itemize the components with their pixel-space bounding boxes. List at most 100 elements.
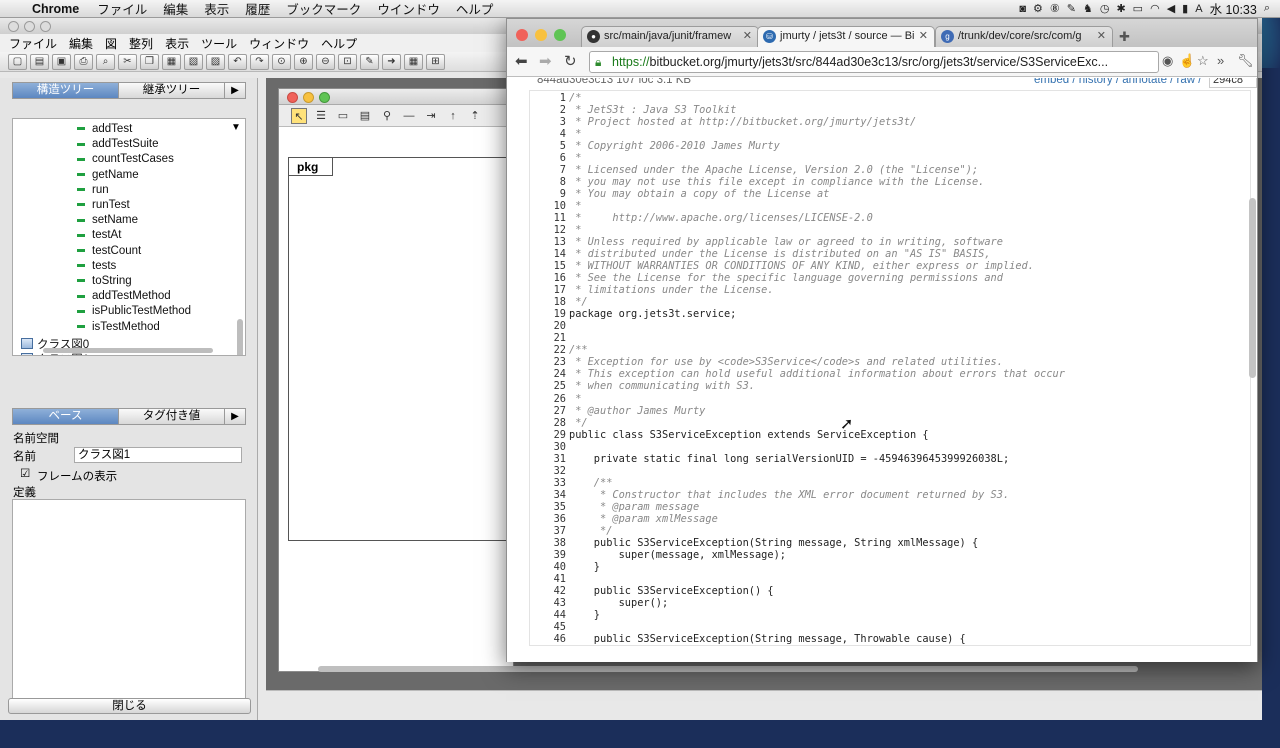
zoom-icon[interactable]: ⊙ bbox=[272, 53, 291, 70]
tree-method-item[interactable]: isTestMethod bbox=[77, 321, 160, 333]
open-file-icon[interactable]: ▤ bbox=[30, 53, 49, 70]
tree-method-item[interactable]: countTestCases bbox=[77, 153, 174, 165]
app-menu-chrome[interactable]: Chrome bbox=[26, 2, 89, 16]
tab-more-icon[interactable]: ▶ bbox=[225, 83, 245, 98]
wrench-menu-icon[interactable]: 🔧︎ bbox=[1237, 53, 1254, 69]
layout-icon[interactable]: ⊞ bbox=[426, 53, 445, 70]
tree-method-item[interactable]: run bbox=[77, 184, 109, 196]
display-icon[interactable]: ▭ bbox=[1133, 2, 1143, 15]
astah-close-icon[interactable] bbox=[8, 21, 19, 32]
back-icon[interactable]: ⬅ bbox=[515, 52, 528, 70]
battery-icon[interactable]: ▮ bbox=[1182, 2, 1188, 15]
print-preview-icon[interactable]: ⌕ bbox=[96, 53, 115, 70]
chrome-minimize-icon[interactable] bbox=[535, 29, 547, 41]
print-icon[interactable]: ⎙ bbox=[74, 53, 93, 70]
menu-edit[interactable]: 編集 bbox=[155, 0, 196, 18]
evernote-icon[interactable]: ✎ bbox=[1067, 2, 1076, 15]
menu-file[interactable]: ファイル bbox=[89, 0, 155, 18]
select-tool-icon[interactable]: ↖ bbox=[291, 107, 307, 124]
url-bar[interactable]: 🔒︎ https://bitbucket.org/jmurty/jets3t/s… bbox=[589, 51, 1159, 73]
tab-tagged-values[interactable]: タグ付き値 bbox=[119, 409, 225, 424]
delete-icon[interactable]: ▨ bbox=[206, 53, 225, 70]
close-button[interactable]: 閉じる bbox=[8, 698, 251, 714]
menu-bookmarks[interactable]: ブックマーク bbox=[278, 0, 369, 18]
diagram-zoom-icon[interactable] bbox=[319, 92, 330, 103]
menu-window[interactable]: ウインドウ bbox=[369, 0, 448, 18]
zoom-in-icon[interactable]: ⊕ bbox=[294, 53, 313, 70]
copy-icon[interactable]: ❐ bbox=[140, 53, 159, 70]
astah-menu-window[interactable]: ウィンドウ bbox=[246, 35, 318, 52]
frame-checkbox[interactable]: ☑ bbox=[20, 466, 30, 480]
tree-scrollbar[interactable] bbox=[237, 319, 243, 355]
generalization-tool-icon[interactable]: ↑ bbox=[445, 108, 461, 124]
tab-inheritance-tree[interactable]: 継承ツリー bbox=[119, 83, 225, 98]
package-frame[interactable]: pkg bbox=[288, 157, 518, 541]
tree-method-item[interactable]: tests bbox=[77, 260, 116, 272]
paste-icon[interactable]: ▦ bbox=[162, 53, 181, 70]
tree-method-item[interactable]: runTest bbox=[77, 199, 130, 211]
astah-menu-edit[interactable]: 編集 bbox=[66, 35, 102, 52]
tree-method-item[interactable]: getName bbox=[77, 169, 139, 181]
fit-window-icon[interactable]: ⊡ bbox=[338, 53, 357, 70]
chrome-close-icon[interactable] bbox=[516, 29, 528, 41]
file-actions-links[interactable]: embed / history / annotate / raw / bbox=[1034, 78, 1201, 86]
astah-menu-align[interactable]: 整列 bbox=[126, 35, 162, 52]
bluetooth-icon[interactable]: ✱ bbox=[1116, 2, 1125, 15]
forward-icon[interactable]: ➡ bbox=[539, 52, 552, 70]
volume-icon[interactable]: ◀ bbox=[1167, 2, 1175, 15]
menu-history[interactable]: 履歴 bbox=[237, 0, 278, 18]
tree-method-item[interactable]: addTestSuite bbox=[77, 138, 159, 150]
tab-close-icon[interactable]: ✕ bbox=[743, 27, 752, 46]
wifi-icon[interactable]: ◠ bbox=[1150, 2, 1160, 15]
bookmark-star-icon[interactable]: ☆ bbox=[1197, 53, 1209, 69]
tab-more-icon[interactable]: ▶ bbox=[225, 409, 245, 424]
commit-hash-box[interactable]: 294c8 bbox=[1209, 78, 1257, 88]
tab-google-code-trunk[interactable]: g /trunk/dev/core/src/com/g ✕ bbox=[935, 26, 1113, 47]
tab-github-junit[interactable]: ● src/main/java/junit/framew ✕ bbox=[581, 26, 759, 47]
cut-icon[interactable]: ✂ bbox=[118, 53, 137, 70]
chrome-zoom-icon[interactable] bbox=[554, 29, 566, 41]
astah-menu-help[interactable]: ヘルプ bbox=[318, 35, 366, 52]
camera-icon[interactable]: ◙ bbox=[1019, 3, 1026, 15]
menu-help[interactable]: ヘルプ bbox=[448, 0, 502, 18]
tree-method-item[interactable]: setName bbox=[77, 214, 138, 226]
zoom-out-icon[interactable]: ⊖ bbox=[316, 53, 335, 70]
tab-bitbucket-jets3t[interactable]: ⛁ jmurty / jets3t / source — Bi ✕ bbox=[757, 26, 935, 47]
tab-close-icon[interactable]: ✕ bbox=[1097, 27, 1106, 46]
reload-icon[interactable]: ↻ bbox=[564, 52, 577, 70]
astah-menu-file[interactable]: ファイル bbox=[6, 35, 66, 52]
astah-zoom-icon[interactable] bbox=[40, 21, 51, 32]
rss-icon[interactable]: ◉ bbox=[1162, 53, 1173, 69]
tab-close-icon[interactable]: ✕ bbox=[919, 27, 928, 46]
class-tool-icon[interactable]: ☰ bbox=[313, 108, 329, 124]
tree-dropdown-icon[interactable]: ▼ bbox=[231, 122, 241, 133]
save-icon[interactable]: ▣ bbox=[52, 53, 71, 70]
undo-icon[interactable]: ↶ bbox=[228, 53, 247, 70]
association-tool-icon[interactable]: — bbox=[401, 108, 417, 124]
redo-icon[interactable]: ↷ bbox=[250, 53, 269, 70]
input-method-icon[interactable]: A bbox=[1195, 3, 1202, 15]
astah-menu-diagram[interactable]: 図 bbox=[102, 35, 126, 52]
package-tool-icon[interactable]: ▭ bbox=[335, 108, 351, 124]
diagram-minimize-icon[interactable] bbox=[303, 92, 314, 103]
time-machine-icon[interactable]: ◷ bbox=[1100, 2, 1110, 15]
note-icon[interactable]: ✎ bbox=[360, 53, 379, 70]
menubar-clock[interactable]: 水 10:33 bbox=[1210, 0, 1257, 18]
tree-method-item[interactable]: testAt bbox=[77, 229, 121, 241]
eight-icon[interactable]: ⑧ bbox=[1050, 2, 1060, 15]
new-file-icon[interactable]: ▢ bbox=[8, 53, 27, 70]
subsystem-tool-icon[interactable]: ▤ bbox=[357, 108, 373, 124]
realization-tool-icon[interactable]: ⇡ bbox=[467, 108, 483, 124]
tree-method-item[interactable]: addTestMethod bbox=[77, 290, 171, 302]
tree-method-item[interactable]: testCount bbox=[77, 245, 141, 257]
copy-image-icon[interactable]: ▧ bbox=[184, 53, 203, 70]
cat-icon[interactable]: ♞ bbox=[1083, 2, 1093, 15]
page-vscrollbar[interactable] bbox=[1249, 198, 1256, 378]
interface-tool-icon[interactable]: ⚲ bbox=[379, 108, 395, 124]
tree-method-item[interactable]: addTest bbox=[77, 123, 132, 135]
definition-textarea[interactable] bbox=[12, 499, 246, 699]
spotlight-search-icon[interactable]: ⌕ bbox=[1264, 2, 1270, 15]
grid-icon[interactable]: ▦ bbox=[404, 53, 423, 70]
gear-icon[interactable]: ⚙ bbox=[1033, 2, 1043, 15]
tree-method-item[interactable]: isPublicTestMethod bbox=[77, 305, 191, 317]
